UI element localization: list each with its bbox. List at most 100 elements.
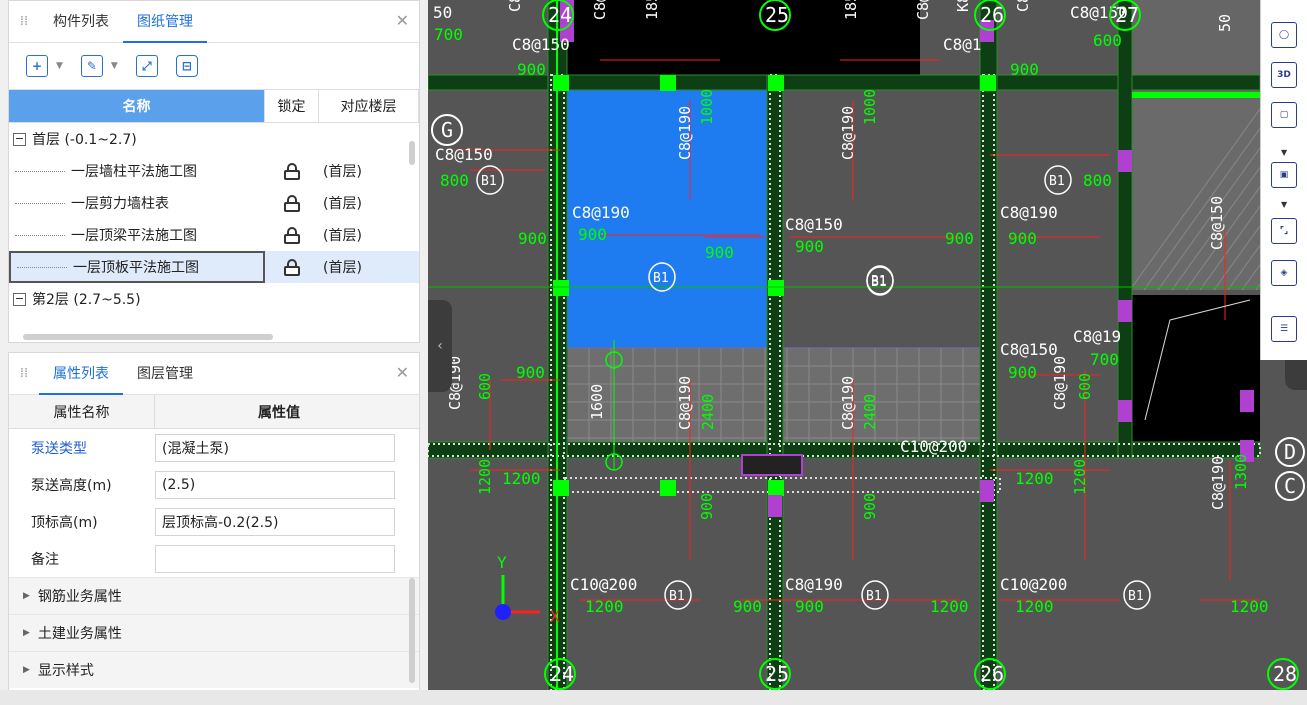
column-lock[interactable]: 锁定 [265,90,319,122]
property-groups: ▶ 钢筋业务属性 ▶ 土建业务属性 ▶ 显示样式 [9,577,419,688]
cad-label: C8@190 [1000,203,1058,222]
cad-label: 1200 [1230,597,1269,616]
rotate-view-icon[interactable]: ◈ [1271,260,1297,286]
view-toolbar: ◯ 3D ▢ ▣ ⌜⌟ ◈ ☰ ▼ ▼ [1260,0,1307,360]
property-value-input[interactable] [155,544,395,573]
ucs-x-label: X [550,607,560,626]
column [768,75,784,91]
slab-tag-label: B1 [481,174,497,189]
cad-label: 600 [1093,31,1122,50]
property-panel: ⁞⁞ 属性列表 图层管理 ✕ 属性名称 属性值 泵送类型 (混凝土泵) 泵送高度(m… [8,352,420,692]
column [660,480,676,496]
column-property-name: 属性名称 [9,395,155,428]
axis-bubble-right-label: D [1284,440,1296,464]
delete-icon: ⊟ [175,55,198,77]
wall [1117,0,1133,459]
drawing-table-header: 名称 锁定 对应楼层 [9,89,419,123]
cad-label: 1850 [842,0,860,20]
cad-canvas[interactable]: C8@190 900 C8@150 900 900 900 C8@190 900 900 800 C… [428,0,1307,690]
tab-layer-management[interactable]: 图层管理 [123,353,207,395]
cad-label: 900 [795,597,824,616]
drawing-panel-tabbar: ⁞⁞ 构件列表 图纸管理 ✕ [9,1,419,43]
axis-bubble-top-label: 26 [980,3,1004,27]
tree-item[interactable]: 一层顶梁平法施工图 (首层) [9,219,419,251]
property-panel-tabbar: ⁞⁞ 属性列表 图层管理 ✕ [9,353,419,395]
box-view-icon[interactable]: ▢ [1271,102,1297,128]
property-name: 顶标高(m) [31,514,98,531]
cad-label: 50 [1216,14,1234,32]
property-row: 泵送高度(m) (2.5) [9,466,419,503]
close-icon[interactable]: ✕ [396,11,409,30]
tab-component-list[interactable]: 构件列表 [39,1,123,43]
split-drawing-icon: ⤢ [135,55,158,77]
edit-drawing-button[interactable]: ✎ ▼ [74,50,125,82]
floor-cell: (首层) [323,228,362,244]
tab-property-list[interactable]: 属性列表 [39,353,123,395]
tree-vertical-scrollbar[interactable] [409,141,415,165]
property-group[interactable]: ▶ 显示样式 [9,651,419,688]
axis-bubble-bottom-label: 25 [765,662,789,686]
cad-label: 900 [1010,60,1039,79]
property-value-input[interactable]: (2.5) [155,470,395,499]
unlock-icon[interactable] [284,162,300,180]
property-sheet-icon[interactable]: ☰ [1271,316,1297,342]
cad-label: 900 [1008,363,1037,382]
column-purple [1118,400,1132,422]
sphere-view-icon[interactable]: ◯ [1271,22,1297,48]
cad-label: C8@200 [591,0,609,20]
dropdown-arrow-icon[interactable]: ▼ [111,61,118,71]
property-value-input[interactable]: (混凝土泵) [155,433,395,462]
tree-horizontal-scrollbar[interactable] [23,334,273,340]
drawing-viewport[interactable]: C8@190900C8@150900900900C8@190900900800C… [428,0,1307,690]
tree-group[interactable]: − 首层 (-0.1~2.7) [9,123,419,155]
collapse-icon[interactable]: − [13,132,26,146]
cad-label: C8@190 [676,376,694,430]
cube-view-icon[interactable]: ▣ [1271,162,1297,188]
tree-item[interactable]: 一层剪力墙柱表 (首层) [9,187,419,219]
unlock-icon[interactable] [284,194,300,212]
cad-label: 1200 [1015,597,1054,616]
cad-label: 1200 [930,597,969,616]
unlock-icon[interactable] [284,226,300,244]
cad-label: C10@200 [900,437,967,456]
slab-tag-label: B1 [1049,174,1065,189]
property-value-input[interactable]: 层顶标高-0.2(2.5) [155,507,395,536]
tab-drawing-management[interactable]: 图纸管理 [123,1,207,43]
fit-view-icon[interactable]: ⌜⌟ [1271,218,1297,244]
dropdown-arrow-icon[interactable]: ▼ [56,61,63,71]
3d-view-icon[interactable]: 3D [1271,62,1297,88]
tree-group-label: 第2层 (2.7~5.5) [32,292,141,308]
tree-item[interactable]: 一层顶板平法施工图 (首层) [9,251,419,283]
tree-item-label: 一层顶梁平法施工图 [71,228,197,244]
drag-grip-icon[interactable]: ⁞⁞ [9,14,39,29]
property-name: 泵送类型 [31,440,87,457]
column-name[interactable]: 名称 [9,90,265,122]
split-drawing-button[interactable]: ⤢ [129,50,165,82]
add-drawing-button[interactable]: + ▼ [19,50,70,82]
axis-bubble-top-label: 27 [1115,3,1139,27]
opening-black [1130,295,1260,445]
property-group[interactable]: ▶ 钢筋业务属性 [9,577,419,614]
cad-label: C8@190 [839,106,857,160]
hatched-area [1130,95,1260,290]
column-floor[interactable]: 对应楼层 [319,90,419,122]
dropdown-arrow-icon[interactable]: ▼ [1281,200,1287,209]
drag-grip-icon[interactable]: ⁞⁞ [9,366,39,381]
tree-group[interactable]: − 第2层 (2.7~5.5) [9,283,419,315]
property-group[interactable]: ▶ 土建业务属性 [9,614,419,651]
dropdown-arrow-icon[interactable]: ▼ [1281,148,1287,157]
close-icon[interactable]: ✕ [396,363,409,382]
cad-label: C8@150 [435,145,493,164]
axis-bubble-bottom-label: 24 [550,662,574,686]
property-vertical-scrollbar[interactable] [409,578,415,683]
tree-item[interactable]: 一层墙柱平法施工图 (首层) [9,155,419,187]
cad-label: 1200 [502,469,541,488]
unlock-icon[interactable] [284,258,300,276]
column [768,280,784,296]
collapse-icon[interactable]: − [13,292,26,306]
cad-label: 900 [795,237,824,256]
cad-label: 800 [440,171,469,190]
collapse-left-handle[interactable]: ‹ [428,300,452,392]
delete-drawing-button[interactable]: ⊟ [169,50,205,82]
embedded-part [741,454,803,476]
